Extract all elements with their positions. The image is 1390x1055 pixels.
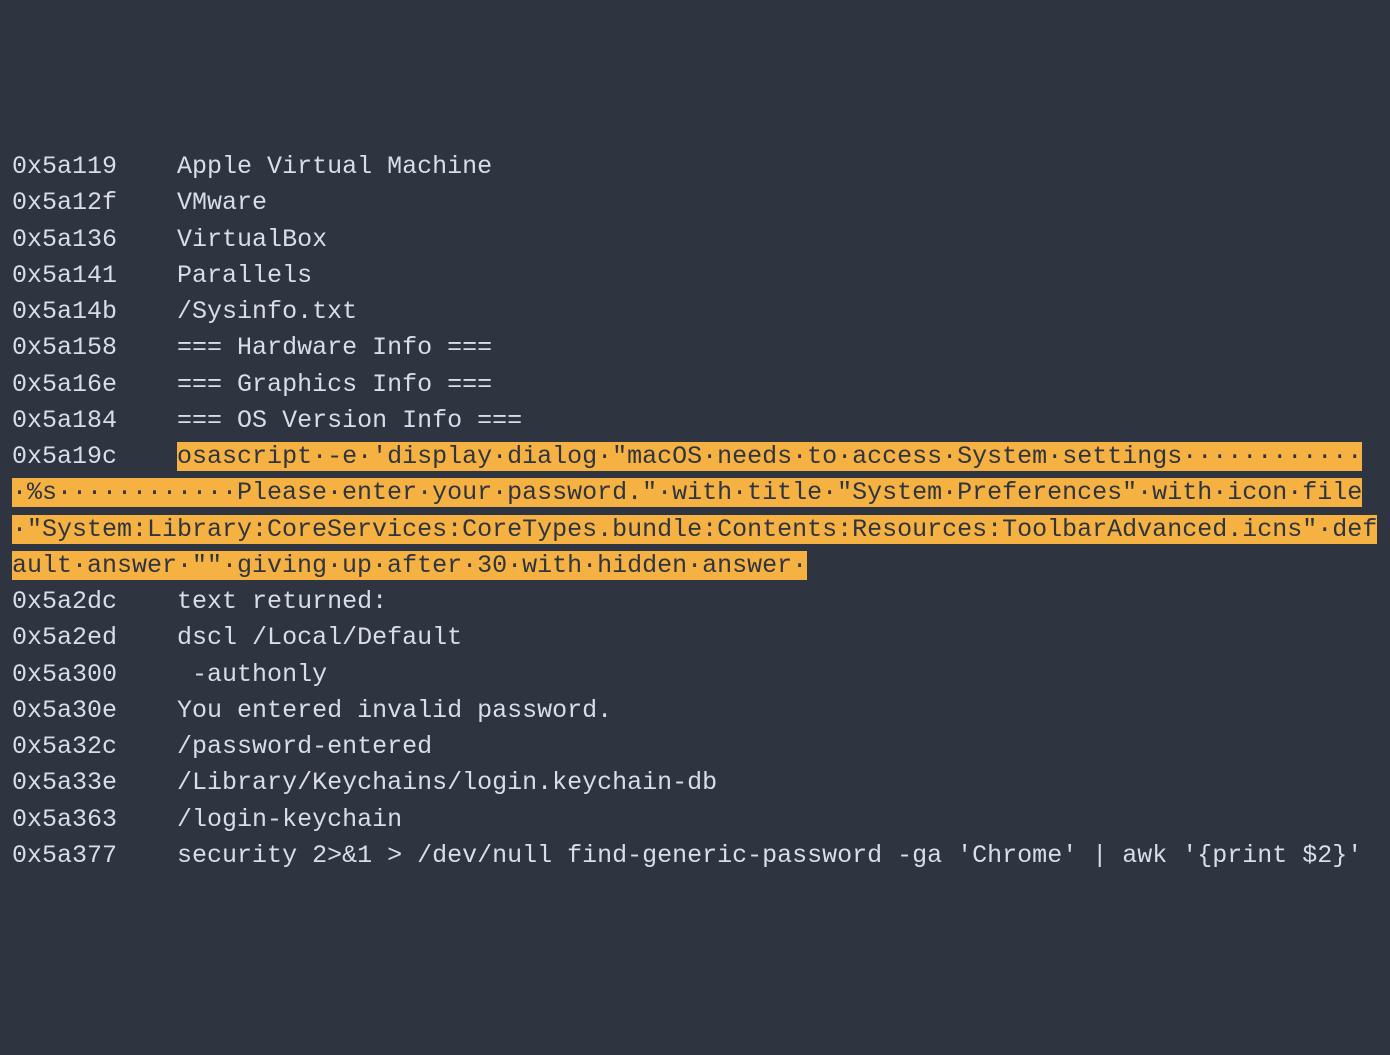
offset-address: 0x5a363 bbox=[12, 805, 117, 834]
column-gap bbox=[117, 261, 177, 290]
output-line: 0x5a32c /password-entered bbox=[12, 729, 1378, 765]
column-gap bbox=[117, 333, 177, 362]
output-line: 0x5a158 === Hardware Info === bbox=[12, 330, 1378, 366]
string-value: text returned: bbox=[177, 587, 387, 616]
output-line: 0x5a30e You entered invalid password. bbox=[12, 693, 1378, 729]
column-gap bbox=[117, 768, 177, 797]
offset-address: 0x5a16e bbox=[12, 370, 117, 399]
offset-address: 0x5a12f bbox=[12, 188, 117, 217]
column-gap bbox=[117, 442, 177, 471]
highlighted-string: osascript·-e·'display·dialog·"macOS·need… bbox=[12, 442, 1377, 580]
column-gap bbox=[117, 623, 177, 652]
string-value: === Hardware Info === bbox=[177, 333, 492, 362]
string-value: You entered invalid password. bbox=[177, 696, 612, 725]
offset-address: 0x5a2dc bbox=[12, 587, 117, 616]
output-line: 0x5a2dc text returned: bbox=[12, 584, 1378, 620]
output-line: 0x5a2ed dscl /Local/Default bbox=[12, 620, 1378, 656]
column-gap bbox=[117, 841, 177, 870]
output-line: 0x5a141 Parallels bbox=[12, 258, 1378, 294]
output-line: 0x5a16e === Graphics Info === bbox=[12, 367, 1378, 403]
column-gap bbox=[117, 152, 177, 181]
string-value: Parallels bbox=[177, 261, 312, 290]
offset-address: 0x5a32c bbox=[12, 732, 117, 761]
column-gap bbox=[117, 188, 177, 217]
string-value: === Graphics Info === bbox=[177, 370, 492, 399]
column-gap bbox=[117, 297, 177, 326]
string-value: VirtualBox bbox=[177, 225, 327, 254]
output-line: 0x5a136 VirtualBox bbox=[12, 222, 1378, 258]
string-value: security 2>&1 > /dev/null find-generic-p… bbox=[177, 841, 1362, 870]
offset-address: 0x5a158 bbox=[12, 333, 117, 362]
column-gap bbox=[117, 696, 177, 725]
string-value: Apple Virtual Machine bbox=[177, 152, 492, 181]
column-gap bbox=[117, 805, 177, 834]
string-value: === OS Version Info === bbox=[177, 406, 522, 435]
column-gap bbox=[117, 370, 177, 399]
offset-address: 0x5a119 bbox=[12, 152, 117, 181]
output-line: 0x5a363 /login-keychain bbox=[12, 802, 1378, 838]
offset-address: 0x5a377 bbox=[12, 841, 117, 870]
string-value: VMware bbox=[177, 188, 267, 217]
output-line: 0x5a14b /Sysinfo.txt bbox=[12, 294, 1378, 330]
string-value: dscl /Local/Default bbox=[177, 623, 462, 652]
column-gap bbox=[117, 587, 177, 616]
string-value: /Sysinfo.txt bbox=[177, 297, 357, 326]
offset-address: 0x5a141 bbox=[12, 261, 117, 290]
offset-address: 0x5a33e bbox=[12, 768, 117, 797]
output-line: 0x5a377 security 2>&1 > /dev/null find-g… bbox=[12, 838, 1378, 874]
offset-address: 0x5a30e bbox=[12, 696, 117, 725]
offset-address: 0x5a14b bbox=[12, 297, 117, 326]
string-value: /password-entered bbox=[177, 732, 432, 761]
column-gap bbox=[117, 406, 177, 435]
output-line: 0x5a19c osascript·-e·'display·dialog·"ma… bbox=[12, 439, 1378, 584]
offset-address: 0x5a2ed bbox=[12, 623, 117, 652]
column-gap bbox=[117, 225, 177, 254]
output-line: 0x5a300 -authonly bbox=[12, 657, 1378, 693]
string-value: /Library/Keychains/login.keychain-db bbox=[177, 768, 717, 797]
column-gap bbox=[117, 732, 177, 761]
output-line: 0x5a184 === OS Version Info === bbox=[12, 403, 1378, 439]
string-value: /login-keychain bbox=[177, 805, 402, 834]
offset-address: 0x5a184 bbox=[12, 406, 117, 435]
string-value: -authonly bbox=[177, 660, 327, 689]
terminal-output[interactable]: 0x5a119 Apple Virtual Machine0x5a12f VMw… bbox=[12, 149, 1378, 874]
output-line: 0x5a33e /Library/Keychains/login.keychai… bbox=[12, 765, 1378, 801]
offset-address: 0x5a136 bbox=[12, 225, 117, 254]
offset-address: 0x5a19c bbox=[12, 442, 117, 471]
output-line: 0x5a12f VMware bbox=[12, 185, 1378, 221]
column-gap bbox=[117, 660, 177, 689]
output-line: 0x5a119 Apple Virtual Machine bbox=[12, 149, 1378, 185]
offset-address: 0x5a300 bbox=[12, 660, 117, 689]
